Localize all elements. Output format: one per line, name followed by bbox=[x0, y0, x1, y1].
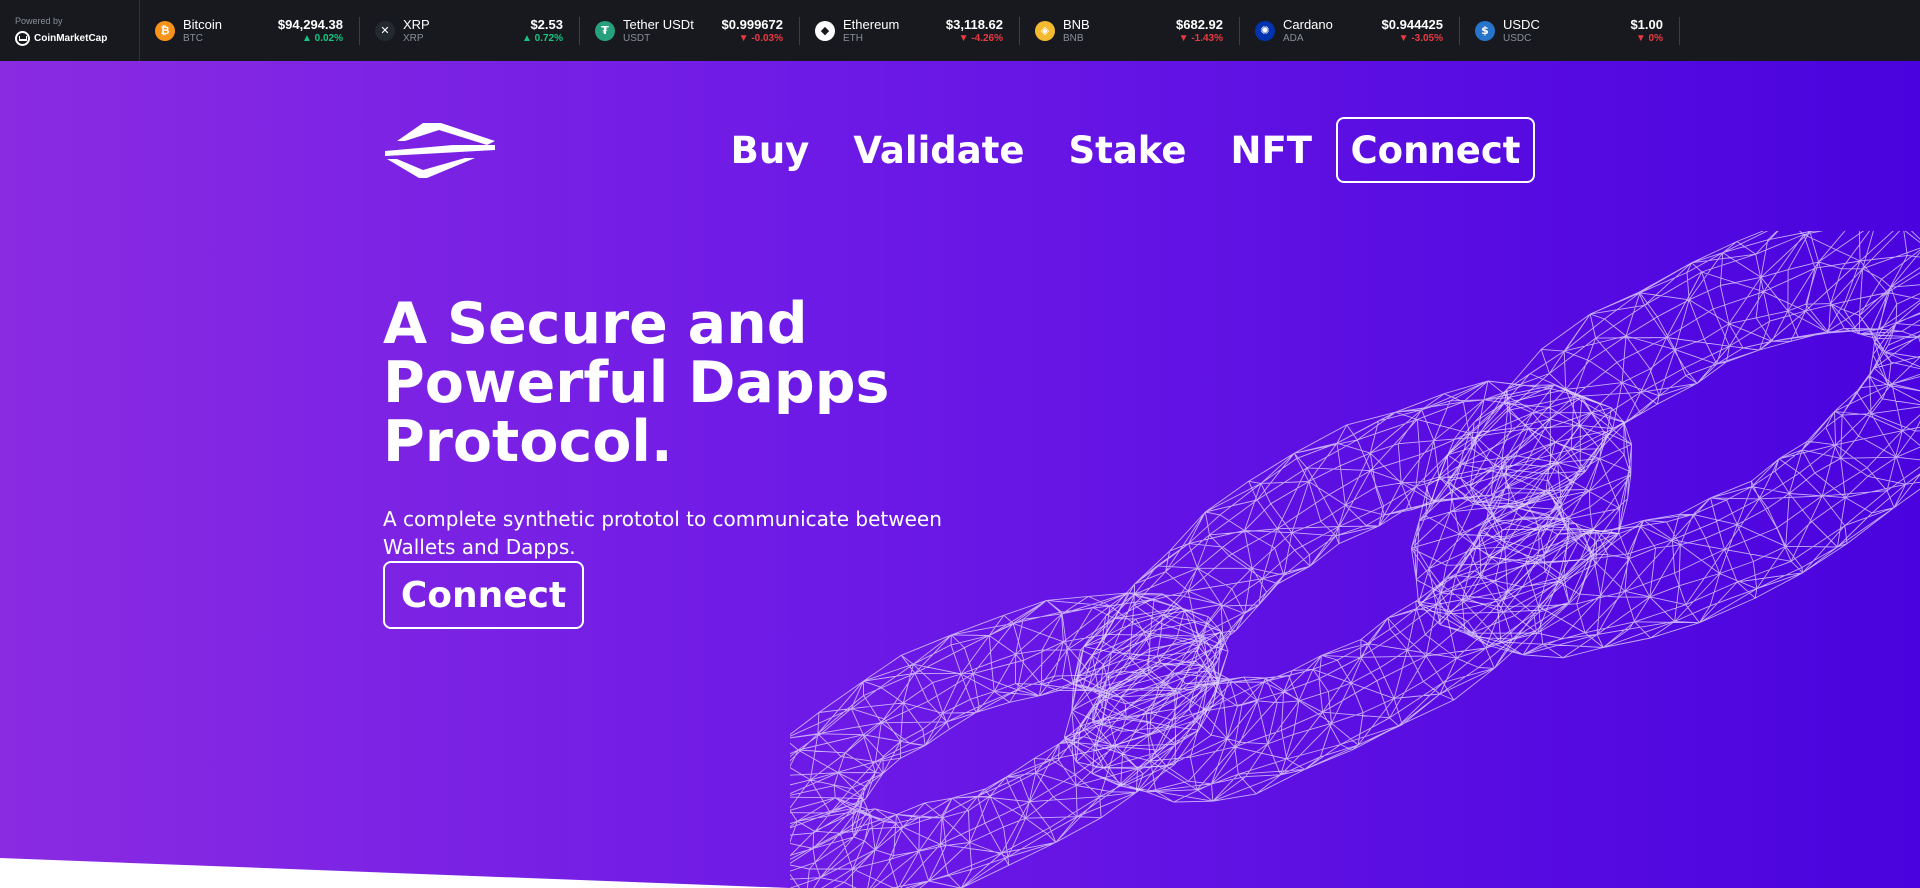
coin-change: ▼ 0% bbox=[1636, 32, 1663, 45]
xrp-icon: ✕ bbox=[375, 20, 395, 41]
coinmarketcap-logo-icon bbox=[15, 30, 30, 46]
arrow-down-icon: ▼ bbox=[1635, 32, 1649, 44]
coin-values: $94,294.38 ▲ 0.02% bbox=[278, 17, 343, 45]
coin-names: Tether USDt USDT bbox=[623, 17, 722, 45]
arrow-up-icon: ▲ bbox=[301, 32, 315, 44]
coin-change-value: 0.02% bbox=[314, 32, 343, 44]
coin-name: Ethereum bbox=[843, 16, 900, 32]
coin-symbol: ADA bbox=[1283, 32, 1304, 44]
coin-name: USDC bbox=[1503, 16, 1540, 32]
arrow-down-icon: ▼ bbox=[958, 32, 972, 44]
ticker-coin-bnb[interactable]: ◈ BNB BNB $682.92 ▼ -1.43% bbox=[1035, 16, 1240, 45]
coin-symbol: USDC bbox=[1503, 32, 1532, 44]
coin-names: Ethereum ETH bbox=[843, 17, 946, 45]
coin-price: $0.944425 bbox=[1381, 16, 1443, 32]
coin-price: $94,294.38 bbox=[277, 16, 343, 32]
coin-symbol: XRP bbox=[403, 32, 424, 44]
coin-values: $0.944425 ▼ -3.05% bbox=[1382, 17, 1443, 45]
coin-values: $2.53 ▲ 0.72% bbox=[522, 17, 563, 45]
coinmarketcap-brand[interactable]: CoinMarketCap bbox=[15, 30, 139, 46]
nav-buy[interactable]: Buy bbox=[731, 129, 810, 172]
coin-values: $3,118.62 ▼ -4.26% bbox=[946, 17, 1003, 45]
coin-price: $3,118.62 bbox=[945, 16, 1003, 32]
bnb-icon: ◈ bbox=[1035, 20, 1055, 41]
coin-name: BNB bbox=[1063, 16, 1090, 32]
ticker-coin-usdc[interactable]: $ USDC USDC $1.00 ▼ 0% bbox=[1475, 16, 1680, 45]
coin-change: ▲ 0.02% bbox=[302, 32, 343, 45]
coinmarketcap-name: CoinMarketCap bbox=[34, 32, 108, 44]
coin-name: Cardano bbox=[1283, 16, 1333, 32]
coin-price: $682.92 bbox=[1176, 16, 1223, 32]
ticker-coin-xrp[interactable]: ✕ XRP XRP $2.53 ▲ 0.72% bbox=[375, 16, 580, 45]
coin-symbol: BTC bbox=[183, 32, 203, 44]
bottom-wedge-divider bbox=[0, 858, 790, 888]
nav-nft[interactable]: NFT bbox=[1231, 129, 1312, 172]
nav-connect-button[interactable]: Connect bbox=[1336, 117, 1535, 183]
chain-link-mesh bbox=[1410, 231, 1920, 659]
tether-icon: ₮ bbox=[595, 20, 615, 41]
coin-list: ₿ Bitcoin BTC $94,294.38 ▲ 0.02% ✕ XRP XRP $2.53… bbox=[140, 16, 1695, 45]
coin-change: ▼ -0.03% bbox=[739, 32, 783, 45]
arrow-down-icon: ▼ bbox=[1178, 32, 1192, 44]
hero-connect-button[interactable]: Connect bbox=[383, 561, 584, 629]
ticker-coin-eth[interactable]: ◆ Ethereum ETH $3,118.62 ▼ -4.26% bbox=[815, 16, 1020, 45]
nav-validate[interactable]: Validate bbox=[853, 129, 1024, 172]
coin-change-value: -1.43% bbox=[1191, 32, 1223, 44]
coin-names: Cardano ADA bbox=[1283, 17, 1382, 45]
powered-by-badge[interactable]: Powered by CoinMarketCap bbox=[0, 0, 140, 61]
coin-change-value: 0% bbox=[1648, 32, 1663, 44]
coin-symbol: USDT bbox=[623, 32, 651, 44]
ticker-coin-usdt[interactable]: ₮ Tether USDt USDT $0.999672 ▼ -0.03% bbox=[595, 16, 800, 45]
wireframe-chain-illustration bbox=[790, 231, 1920, 888]
coin-names: XRP XRP bbox=[403, 17, 522, 45]
arrow-up-icon: ▲ bbox=[521, 32, 535, 44]
coin-price: $1.00 bbox=[1630, 16, 1663, 32]
site-logo-icon[interactable] bbox=[383, 121, 496, 181]
coin-price: $2.53 bbox=[530, 16, 563, 32]
price-ticker: Powered by CoinMarketCap ₿ Bitcoin BTC $94,… bbox=[0, 0, 1920, 61]
arrow-down-icon: ▼ bbox=[1398, 32, 1412, 44]
ticker-coin-btc[interactable]: ₿ Bitcoin BTC $94,294.38 ▲ 0.02% bbox=[155, 16, 360, 45]
arrow-down-icon: ▼ bbox=[738, 32, 752, 44]
coin-values: $0.999672 ▼ -0.03% bbox=[722, 17, 783, 45]
coin-change-value: -0.03% bbox=[751, 32, 783, 44]
ethereum-icon: ◆ bbox=[815, 20, 835, 41]
coin-names: Bitcoin BTC bbox=[183, 17, 278, 45]
coin-change-value: -3.05% bbox=[1411, 32, 1443, 44]
coin-change-value: 0.72% bbox=[534, 32, 563, 44]
chain-link-mesh bbox=[1063, 380, 1633, 803]
coin-name: Tether USDt bbox=[623, 16, 694, 32]
coin-change: ▼ -3.05% bbox=[1399, 32, 1443, 45]
coin-names: USDC USDC bbox=[1503, 17, 1630, 45]
powered-by-label: Powered by bbox=[15, 15, 63, 26]
coin-price: $0.999672 bbox=[721, 16, 783, 32]
coin-change: ▼ -4.26% bbox=[959, 32, 1003, 45]
coin-change-value: -4.26% bbox=[971, 32, 1003, 44]
coin-name: XRP bbox=[403, 16, 430, 32]
nav-stake[interactable]: Stake bbox=[1069, 129, 1187, 172]
coin-values: $1.00 ▼ 0% bbox=[1630, 17, 1663, 45]
main-nav: Buy Validate Stake NFT Connect bbox=[687, 117, 1535, 183]
coin-name: Bitcoin bbox=[183, 16, 223, 32]
usdc-icon: $ bbox=[1475, 20, 1495, 41]
bitcoin-icon: ₿ bbox=[155, 20, 175, 41]
coin-change: ▲ 0.72% bbox=[522, 32, 563, 45]
coin-symbol: ETH bbox=[843, 32, 863, 44]
coin-names: BNB BNB bbox=[1063, 17, 1176, 45]
coin-symbol: BNB bbox=[1063, 32, 1084, 44]
coin-change: ▼ -1.43% bbox=[1179, 32, 1223, 45]
ticker-coin-ada[interactable]: ✺ Cardano ADA $0.944425 ▼ -3.05% bbox=[1255, 16, 1460, 45]
cardano-icon: ✺ bbox=[1255, 20, 1275, 41]
coin-values: $682.92 ▼ -1.43% bbox=[1176, 17, 1223, 45]
hero-section: Buy Validate Stake NFT Connect A Secure … bbox=[0, 61, 1920, 888]
